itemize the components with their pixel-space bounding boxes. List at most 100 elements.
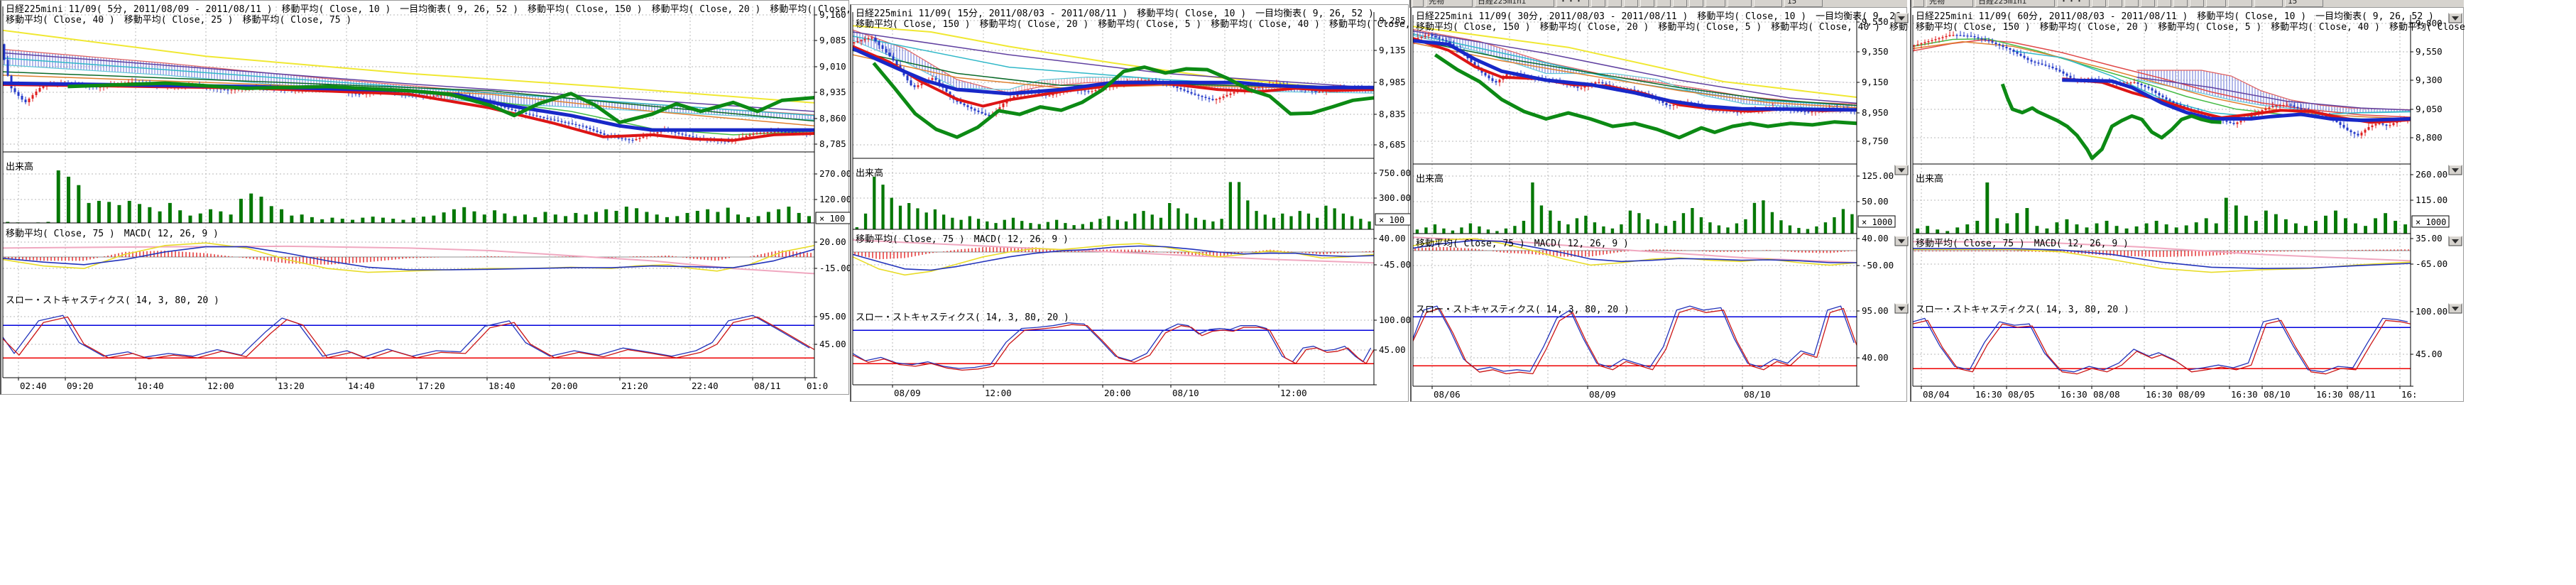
toolbar-button-fragment[interactable] [2141, 0, 2155, 7]
stoch-axis-label: 45.00 [819, 339, 846, 349]
stoch-section-label: スロー・ストキャスティクス( 14, 3, 80, 20 ) [6, 295, 219, 306]
price-axis-label: 9,550 [2416, 46, 2443, 57]
toolbar-button-fragment[interactable] [1608, 0, 1622, 7]
volume-bar [493, 210, 496, 223]
volume-bar [330, 218, 334, 223]
toolbar-combo-fragment[interactable] [2206, 0, 2226, 7]
toolbar-button-fragment[interactable]: 15 [1784, 0, 1823, 7]
candle-down [1977, 37, 1980, 38]
chart-window-60min[interactable]: 日経225mini 11/09( 60分, 2011/08/03 - 2011/… [1910, 7, 2464, 402]
volume-bar [1142, 211, 1145, 229]
toolbar-button-fragment[interactable] [1657, 0, 1671, 7]
toolbar-button-fragment[interactable] [2108, 0, 2122, 7]
candle-up [2279, 105, 2281, 106]
volume-bar [2205, 218, 2208, 234]
toolbar-combo-fragment[interactable] [1754, 0, 1782, 7]
toolbar-button-fragment[interactable] [2124, 0, 2139, 7]
toolbar-combo-fragment[interactable] [2254, 0, 2283, 7]
chart-plot-15min[interactable]: 日経225mini 11/09( 15分, 2011/08/03 - 2011/… [851, 5, 1410, 403]
chart-plot-5min[interactable]: 日経225mini 11/09( 5分, 2011/08/09 - 2011/0… [1, 1, 851, 395]
price-axis-label: 8,750 [1862, 136, 1889, 146]
toolbar-button-fragment[interactable] [1624, 0, 1638, 7]
candle-down [508, 108, 510, 109]
volume-bar [361, 218, 364, 223]
section-dropdown-button[interactable] [2449, 236, 2462, 246]
volume-bar [270, 206, 273, 223]
section-dropdown-button[interactable] [1895, 13, 1908, 23]
macd-axis-label: 35.00 [2416, 233, 2443, 244]
price-axis-label: 8,950 [1862, 107, 1889, 118]
volume-bar [2254, 221, 2258, 234]
toolbar-combo-fragment[interactable] [1705, 0, 1725, 7]
toolbar-combo-fragment[interactable] [2228, 0, 2252, 7]
toolbar-button-fragment[interactable] [2092, 0, 2106, 7]
candle-up [1924, 42, 1926, 43]
stoch-percent-d-line [1913, 320, 2411, 373]
candle-up [2127, 82, 2129, 83]
volume-bar [1926, 226, 1929, 234]
volume-bar [594, 212, 598, 223]
section-dropdown-button[interactable] [2449, 304, 2462, 313]
toolbar-button-fragment[interactable] [1412, 0, 1424, 7]
toolbar-combo-fragment[interactable]: 先物 [1426, 0, 1473, 7]
candle-down [1669, 105, 1671, 106]
volume-bar [881, 185, 884, 229]
price-axis-label: 9,135 [1379, 45, 1406, 55]
chart-plot-60min[interactable]: 日経225mini 11/09( 60分, 2011/08/03 - 2011/… [1911, 8, 2465, 403]
macd-axis-label: 40.00 [1862, 233, 1889, 244]
volume-bar [1151, 214, 1154, 229]
volume-bar [1359, 219, 1362, 229]
candle-up [932, 78, 934, 80]
toolbar-button-fragment[interactable] [1689, 0, 1703, 7]
toolbar-button-fragment[interactable] [1913, 0, 1924, 7]
toolbar-combo-fragment[interactable] [1728, 0, 1752, 7]
volume-bar [523, 214, 527, 223]
volume-bar [2215, 224, 2218, 234]
section-dropdown-button[interactable] [1895, 165, 1908, 175]
toolbar-combo-fragment[interactable]: ・・・ [2057, 0, 2090, 7]
toolbar-button-fragment[interactable] [1591, 0, 1605, 7]
candle-up [1095, 90, 1097, 91]
candle-down [985, 114, 987, 115]
volume-bar [2244, 216, 2248, 234]
volume-bar [1513, 226, 1516, 234]
toolbar-combo-fragment[interactable]: ・・・ [1556, 0, 1589, 7]
candle-down [543, 117, 545, 118]
toolbar-combo-fragment[interactable]: 日経225mini [1975, 0, 2055, 7]
time-axis-label: 01:0 [807, 381, 828, 391]
candle-down [978, 111, 980, 112]
chart-plot-30min[interactable]: 日経225mini 11/09( 30分, 2011/08/03 - 2011/… [1412, 8, 1909, 403]
volume-bar [1936, 229, 1939, 234]
toolbar-button-fragment[interactable] [2157, 0, 2171, 7]
toolbar-button-fragment[interactable] [2173, 0, 2188, 7]
toolbar-combo-fragment[interactable]: 先物 [1926, 0, 1973, 7]
candle-up [1499, 80, 1501, 82]
time-axis-label: 08/10 [2264, 389, 2291, 400]
section-dropdown-button[interactable] [2449, 13, 2462, 23]
section-dropdown-button[interactable] [1895, 304, 1908, 313]
toolbar-button-fragment[interactable] [2190, 0, 2204, 7]
toolbar-button-fragment[interactable]: 15 [2285, 0, 2323, 7]
candle-up [1003, 104, 1005, 107]
section-dropdown-button[interactable] [2449, 165, 2462, 175]
chart-window-15min[interactable]: 日経225mini 11/09( 15分, 2011/08/03 - 2011/… [850, 4, 1409, 402]
chart-window-30min[interactable]: 日経225mini 11/09( 30分, 2011/08/03 - 2011/… [1410, 7, 1907, 402]
volume-axis-label: 300.00 [1379, 192, 1410, 203]
toolbar-button-fragment[interactable] [1640, 0, 1654, 7]
candle-up [756, 133, 758, 134]
stoch-section-label: スロー・ストキャスティクス( 14, 3, 80, 20 ) [1416, 305, 1630, 315]
volume-bar [2025, 208, 2029, 234]
volume-bar [994, 223, 997, 229]
stoch-section-label: スロー・ストキャスティクス( 14, 3, 80, 20 ) [1916, 305, 2129, 315]
toolbar-combo-fragment[interactable]: 日経225mini [1475, 0, 1554, 7]
volume-bar [1700, 217, 1703, 234]
volume-bar [615, 211, 618, 223]
section-dropdown-button[interactable] [1895, 236, 1908, 246]
volume-bar [1255, 211, 1257, 229]
volume-bar [1307, 214, 1310, 229]
volume-bar [1342, 214, 1345, 229]
candle-up [2283, 105, 2285, 106]
toolbar-button-fragment[interactable] [1673, 0, 1687, 7]
stoch-axis-label: 45.00 [2416, 349, 2443, 359]
chart-window-5min[interactable]: 日経225mini 11/09( 5分, 2011/08/09 - 2011/0… [0, 0, 849, 395]
